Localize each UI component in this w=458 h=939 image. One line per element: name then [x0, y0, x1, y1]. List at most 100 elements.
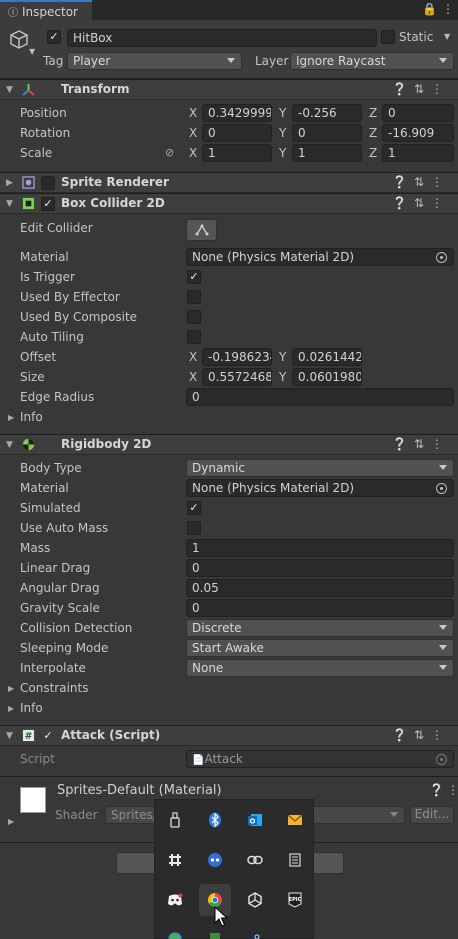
info-foldout[interactable]: Info [20, 701, 43, 715]
help-icon[interactable]: ❔ [392, 175, 414, 189]
kebab-menu-icon[interactable]: ⋮ [431, 175, 450, 189]
help-icon[interactable]: ❔ [392, 437, 414, 451]
globe-icon[interactable] [159, 924, 191, 939]
rb-material-field[interactable]: None (Physics Material 2D) [186, 479, 454, 497]
gravity-scale-input[interactable]: 0 [186, 599, 454, 617]
help-icon[interactable]: ❔ [392, 82, 414, 96]
size-x-input[interactable]: 0.5572468 [202, 368, 272, 386]
outlook-icon[interactable]: O [239, 804, 271, 836]
help-icon[interactable]: ❔ [429, 783, 444, 797]
collapse-arrow-icon[interactable]: ▶ [8, 413, 14, 422]
preset-icon[interactable]: ⇅ [414, 196, 431, 210]
tab-inspector[interactable]: ⓘ Inspector [0, 0, 92, 21]
lock-icon[interactable]: 🔒 [422, 2, 437, 16]
constraints-foldout[interactable]: Constraints [20, 681, 88, 695]
mail-icon[interactable] [279, 804, 311, 836]
component-actions[interactable]: ❔⇅⋮ [392, 728, 450, 742]
icon-dropdown-caret[interactable]: ▼ [29, 47, 35, 56]
rotation-x-input[interactable]: 0 [202, 124, 272, 142]
attack-script-enabled-checkbox[interactable]: ✓ [41, 729, 55, 743]
component-actions[interactable]: ❔⇅⋮ [392, 437, 450, 451]
transform-header[interactable]: ▼ Transform ❔⇅⋮ [0, 79, 458, 100]
slack-icon[interactable] [159, 844, 191, 876]
bluetooth-icon[interactable] [199, 804, 231, 836]
simulated-checkbox[interactable]: ✓ [187, 501, 201, 515]
rotation-z-input[interactable]: -16.909 [382, 124, 454, 142]
help-icon[interactable]: ❔ [392, 196, 414, 210]
collapse-arrow-icon[interactable]: ▶ [8, 704, 14, 713]
object-picker-icon[interactable] [436, 252, 447, 263]
linear-drag-input[interactable]: 0 [186, 559, 454, 577]
interpolate-dropdown[interactable]: None [186, 659, 454, 677]
component-actions[interactable]: ❔⇅⋮ [392, 175, 450, 189]
link-icon[interactable] [239, 844, 271, 876]
auto-tiling-checkbox[interactable] [187, 330, 201, 344]
layer-dropdown[interactable]: Ignore Raycast [290, 52, 454, 70]
notepad-icon[interactable] [279, 844, 311, 876]
help-icon[interactable]: ❔ [392, 728, 414, 742]
kebab-menu-icon[interactable]: ⋮ [431, 196, 450, 210]
kebab-menu-icon[interactable]: ⋮ [447, 783, 458, 797]
rigidbody-header[interactable]: ▼ Rigidbody 2D ❔⇅⋮ [0, 434, 458, 455]
edge-radius-input[interactable]: 0 [186, 388, 454, 406]
used-by-composite-checkbox[interactable] [187, 310, 201, 324]
info-foldout[interactable]: Info [20, 410, 43, 424]
edit-collider-button[interactable] [186, 219, 217, 241]
offset-x-input[interactable]: -0.1986234 [202, 348, 272, 366]
attack-script-header[interactable]: ▼ # ✓ Attack (Script) ❔⇅⋮ [0, 725, 458, 746]
offset-y-input[interactable]: 0.02614422 [292, 348, 362, 366]
static-checkbox[interactable] [381, 30, 395, 44]
collapse-arrow-icon[interactable]: ▶ [8, 684, 14, 693]
is-trigger-checkbox[interactable]: ✓ [187, 270, 201, 284]
sprite-renderer-header[interactable]: ▶ Sprite Renderer ❔⇅⋮ [0, 172, 458, 193]
position-y-input[interactable]: -0.256 [292, 104, 362, 122]
static-dropdown-caret[interactable]: ▼ [444, 32, 450, 41]
use-auto-mass-checkbox[interactable] [187, 521, 201, 535]
unity-icon[interactable] [239, 884, 271, 916]
preset-icon[interactable]: ⇅ [414, 175, 431, 189]
position-x-input[interactable]: 0.3429999 [202, 104, 272, 122]
scale-y-input[interactable]: 1 [292, 144, 362, 162]
component-actions[interactable]: ❔⇅⋮ [392, 196, 450, 210]
kebab-menu-icon[interactable]: ⋮ [431, 437, 450, 451]
bot-icon[interactable] [199, 844, 231, 876]
body-type-dropdown[interactable]: Dynamic [186, 459, 454, 477]
collision-detection-dropdown[interactable]: Discrete [186, 619, 454, 637]
rotation-y-input[interactable]: 0 [292, 124, 362, 142]
kebab-menu-icon[interactable]: ⋮ [442, 2, 454, 16]
expand-arrow-icon[interactable]: ▼ [6, 85, 13, 95]
sleeping-mode-dropdown[interactable]: Start Awake [186, 639, 454, 657]
collapse-arrow-icon[interactable]: ▶ [6, 178, 13, 188]
position-z-input[interactable]: 0 [382, 104, 454, 122]
tag-dropdown[interactable]: Player [67, 52, 242, 70]
used-by-effector-checkbox[interactable] [187, 290, 201, 304]
usb-icon[interactable] [159, 804, 191, 836]
expand-arrow-icon[interactable]: ▼ [6, 440, 13, 450]
epic-games-icon[interactable]: EPIC [279, 884, 311, 916]
discord-icon[interactable] [159, 884, 191, 916]
constrain-proportions-icon[interactable]: ⊘ [165, 146, 174, 159]
active-checkbox[interactable]: ✓ [47, 30, 61, 44]
steam-icon[interactable] [239, 924, 271, 939]
mass-input[interactable]: 1 [186, 539, 454, 557]
kebab-menu-icon[interactable]: ⋮ [431, 82, 450, 96]
object-name-input[interactable]: HitBox [67, 29, 377, 47]
object-picker-icon[interactable] [436, 483, 447, 494]
component-actions[interactable]: ❔⇅⋮ [392, 82, 450, 96]
edit-shader-button[interactable]: Edit... [410, 806, 454, 824]
scale-x-input[interactable]: 1 [202, 144, 272, 162]
kebab-menu-icon[interactable]: ⋮ [431, 728, 450, 742]
expand-arrow-icon[interactable]: ▼ [6, 199, 13, 209]
preset-icon[interactable]: ⇅ [414, 437, 431, 451]
physics-material-field[interactable]: None (Physics Material 2D) [186, 248, 454, 266]
size-y-input[interactable]: 0.06019801 [292, 368, 362, 386]
expand-arrow-icon[interactable]: ▼ [6, 731, 13, 741]
collapse-arrow-icon[interactable]: ▶ [8, 817, 14, 826]
box-collider-header[interactable]: ▼ ✓ Box Collider 2D ❔⇅⋮ [0, 193, 458, 214]
sprite-renderer-enabled-checkbox[interactable] [41, 176, 55, 190]
preset-icon[interactable]: ⇅ [414, 82, 431, 96]
preset-icon[interactable]: ⇅ [414, 728, 431, 742]
box-collider-enabled-checkbox[interactable]: ✓ [41, 197, 55, 211]
scale-z-input[interactable]: 1 [382, 144, 454, 162]
angular-drag-input[interactable]: 0.05 [186, 579, 454, 597]
